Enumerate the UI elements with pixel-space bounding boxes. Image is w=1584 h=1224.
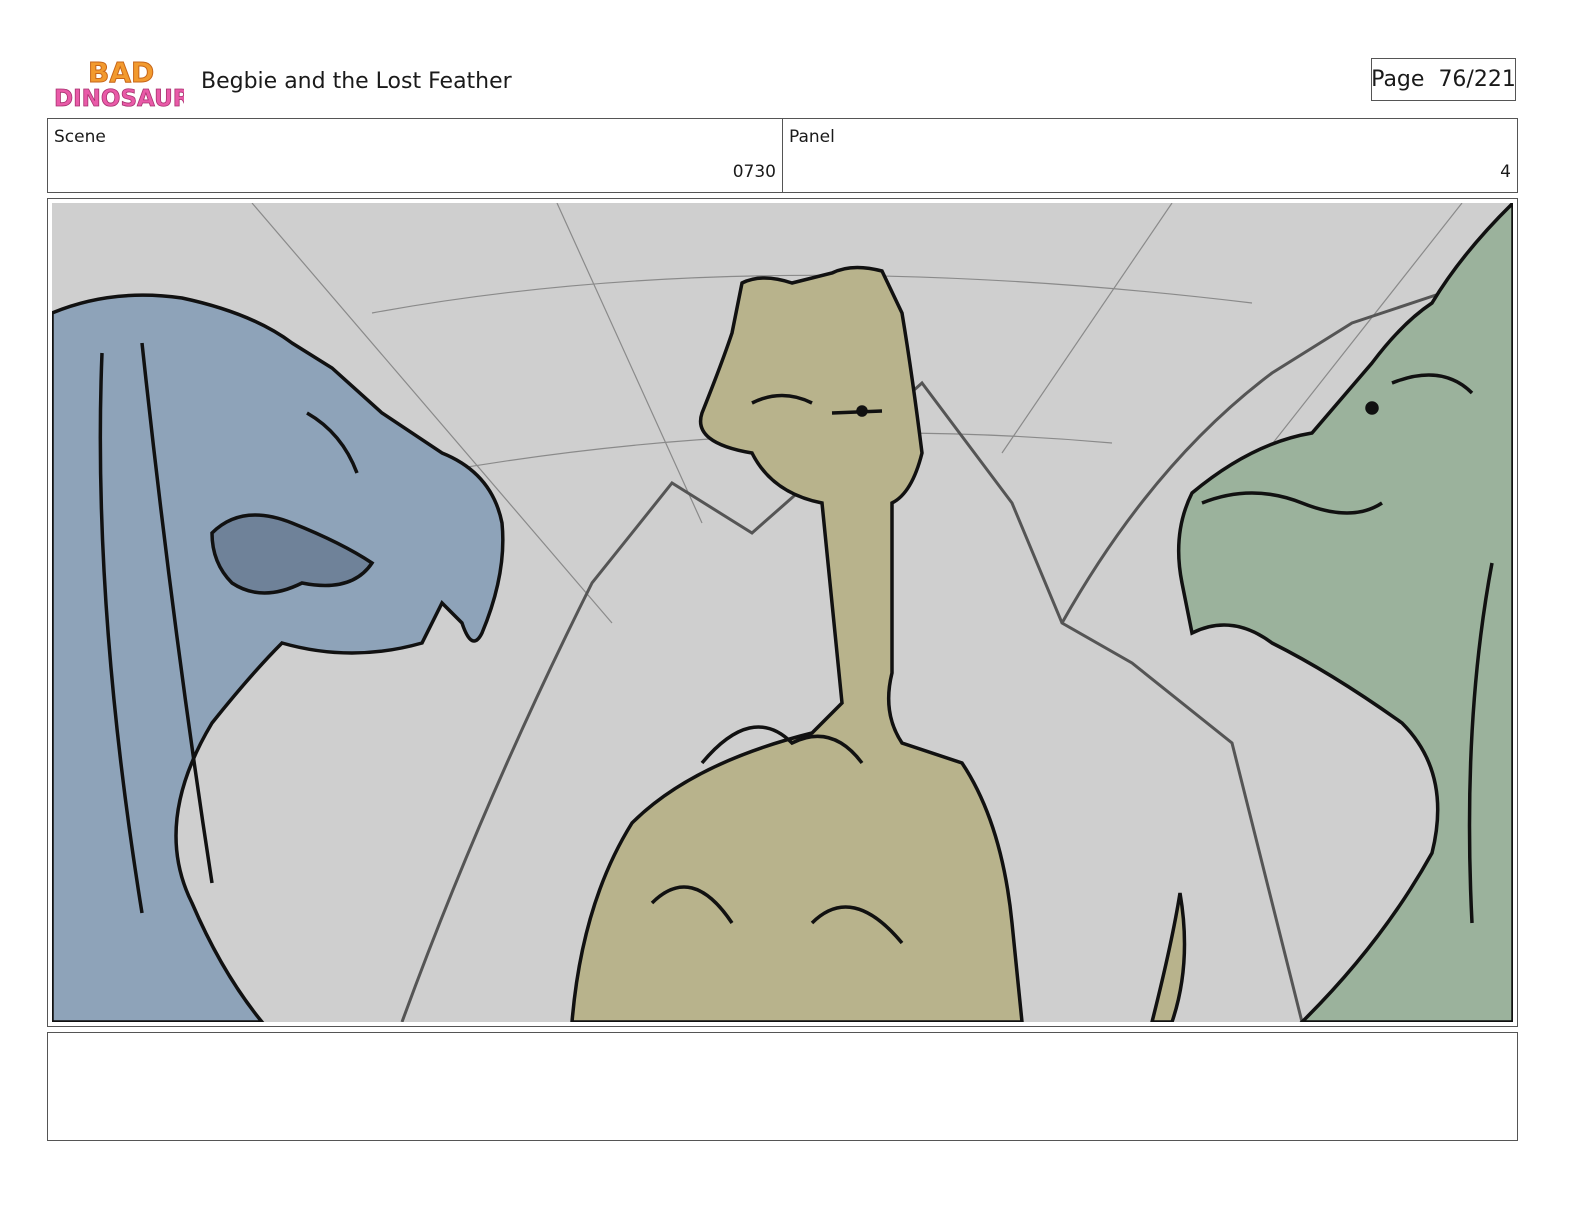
panel-cell: Panel 4 xyxy=(782,119,1517,192)
panel-value: 4 xyxy=(1500,162,1511,182)
bad-dinosaurs-logo: BAD DINOSAURS xyxy=(54,56,184,113)
page-label: Page xyxy=(1371,67,1425,92)
storyboard-panel-frame xyxy=(47,198,1518,1027)
panel-label: Panel xyxy=(789,127,835,147)
svg-text:DINOSAURS: DINOSAURS xyxy=(54,86,184,112)
scene-value: 0730 xyxy=(732,162,776,182)
scene-label: Scene xyxy=(54,127,106,147)
page-indicator: Page 76/221 xyxy=(1371,58,1516,101)
svg-text:BAD: BAD xyxy=(88,56,154,89)
page-number: 76/221 xyxy=(1438,67,1516,92)
scene-cell: Scene 0730 xyxy=(48,119,782,192)
storyboard-title: Begbie and the Lost Feather xyxy=(201,69,512,94)
panel-notes-box xyxy=(47,1032,1518,1141)
scene-panel-info: Scene 0730 Panel 4 xyxy=(47,118,1518,193)
page-separator xyxy=(1424,67,1438,92)
storyboard-drawing xyxy=(52,203,1513,1022)
